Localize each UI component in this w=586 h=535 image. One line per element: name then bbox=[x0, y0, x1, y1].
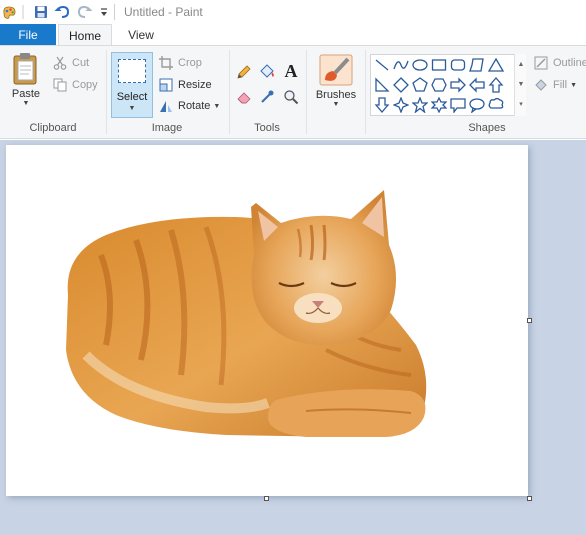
four-point-star-shape-icon[interactable] bbox=[392, 96, 410, 114]
select-button[interactable]: Select ▼ bbox=[111, 52, 153, 118]
chevron-down-icon: ▼ bbox=[332, 101, 340, 108]
brush-icon bbox=[319, 54, 353, 86]
resize-button[interactable]: Resize bbox=[158, 75, 212, 95]
copy-icon bbox=[52, 77, 68, 93]
paste-button[interactable]: Paste ▼ bbox=[8, 52, 44, 107]
shape-fill-icon bbox=[533, 77, 549, 93]
right-triangle-shape-icon[interactable] bbox=[373, 76, 391, 94]
resize-handle-right[interactable] bbox=[527, 318, 532, 323]
ribbon-tabs: File Home View bbox=[0, 24, 586, 46]
selection-rect-icon bbox=[118, 59, 146, 83]
scroll-up-icon[interactable]: ▲ bbox=[515, 54, 527, 74]
title-divider bbox=[114, 4, 115, 20]
text-tool-icon[interactable]: A bbox=[282, 61, 300, 81]
rotate-button[interactable]: Rotate ▼ bbox=[158, 96, 220, 116]
rectangle-shape-icon[interactable] bbox=[430, 56, 448, 74]
chevron-down-icon: ▼ bbox=[570, 81, 577, 89]
copy-label: Copy bbox=[72, 79, 98, 91]
tab-view[interactable]: View bbox=[118, 24, 164, 46]
clipboard-group-label: Clipboard bbox=[29, 122, 77, 134]
scissors-icon bbox=[52, 55, 68, 71]
cut-label: Cut bbox=[72, 57, 90, 69]
shapes-scrollbar[interactable]: ▲ ▼ ▾ bbox=[514, 54, 526, 116]
up-arrow-shape-icon[interactable] bbox=[487, 76, 505, 94]
paste-label: Paste bbox=[11, 88, 41, 100]
brushes-button[interactable]: Brushes ▼ bbox=[313, 54, 359, 108]
window-title: Untitled - Paint bbox=[124, 5, 203, 19]
pencil-icon[interactable] bbox=[235, 63, 253, 81]
resize-handle-corner[interactable] bbox=[527, 496, 532, 501]
oval-shape-icon[interactable] bbox=[411, 56, 429, 74]
scroll-down-icon[interactable]: ▼ bbox=[515, 74, 527, 94]
clipboard-icon bbox=[13, 53, 37, 85]
down-arrow-shape-icon[interactable] bbox=[373, 96, 391, 114]
cloud-callout-shape-icon[interactable] bbox=[487, 96, 505, 114]
rotate-label: Rotate bbox=[178, 100, 211, 112]
drawing-canvas[interactable] bbox=[6, 145, 528, 496]
outline-label: Outline bbox=[553, 57, 586, 69]
left-arrow-shape-icon[interactable] bbox=[468, 76, 486, 94]
shapes-gallery bbox=[370, 54, 526, 116]
oval-callout-shape-icon[interactable] bbox=[468, 96, 486, 114]
customize-dropdown-icon[interactable] bbox=[96, 4, 112, 20]
group-divider bbox=[365, 50, 366, 134]
cat-image bbox=[66, 190, 427, 437]
five-point-star-shape-icon[interactable] bbox=[411, 96, 429, 114]
pentagon-shape-icon[interactable] bbox=[411, 76, 429, 94]
copy-button[interactable]: Copy bbox=[52, 75, 98, 95]
fill-button[interactable]: Fill ▼ bbox=[533, 75, 577, 95]
chevron-down-icon: ▼ bbox=[213, 102, 221, 110]
undo-icon[interactable] bbox=[54, 4, 70, 20]
shapes-group-label: Shapes bbox=[468, 122, 506, 134]
select-label: Select bbox=[116, 91, 148, 103]
tab-file[interactable]: File bbox=[0, 24, 56, 46]
save-icon[interactable] bbox=[33, 4, 49, 20]
crop-label: Crop bbox=[178, 57, 202, 69]
gallery-expand-icon[interactable]: ▾ bbox=[515, 94, 527, 114]
right-arrow-shape-icon[interactable] bbox=[449, 76, 467, 94]
six-point-star-shape-icon[interactable] bbox=[430, 96, 448, 114]
tab-home[interactable]: Home bbox=[58, 24, 112, 46]
outline-icon bbox=[533, 55, 549, 71]
paint-app-icon[interactable] bbox=[1, 4, 17, 20]
crop-icon bbox=[158, 55, 174, 71]
rotate-icon bbox=[158, 98, 174, 114]
resize-icon bbox=[158, 77, 174, 93]
outline-button[interactable]: Outline bbox=[533, 53, 586, 73]
polygon-shape-icon[interactable] bbox=[468, 56, 486, 74]
redo-icon[interactable] bbox=[77, 4, 93, 20]
group-divider bbox=[306, 50, 307, 134]
title-bar: Untitled - Paint bbox=[0, 0, 586, 24]
hexagon-shape-icon[interactable] bbox=[430, 76, 448, 94]
fill-bucket-icon[interactable] bbox=[258, 63, 276, 81]
triangle-shape-icon[interactable] bbox=[487, 56, 505, 74]
crop-button[interactable]: Crop bbox=[158, 53, 202, 73]
rectangular-callout-shape-icon[interactable] bbox=[449, 96, 467, 114]
curve-shape-icon[interactable] bbox=[392, 56, 410, 74]
tools-group-label: Tools bbox=[254, 122, 280, 134]
resize-label: Resize bbox=[178, 79, 212, 91]
magnifier-icon[interactable] bbox=[282, 88, 300, 106]
line-shape-icon[interactable] bbox=[373, 56, 391, 74]
group-divider bbox=[106, 50, 107, 134]
group-divider bbox=[229, 50, 230, 134]
rounded-rectangle-shape-icon[interactable] bbox=[449, 56, 467, 74]
fill-label: Fill bbox=[553, 79, 568, 91]
chevron-down-icon: ▼ bbox=[22, 100, 30, 107]
color-picker-icon[interactable] bbox=[258, 88, 276, 106]
brushes-label: Brushes bbox=[315, 89, 357, 101]
diamond-shape-icon[interactable] bbox=[392, 76, 410, 94]
ribbon: Paste ▼ Cut Copy Clipboard Select ▼ Crop… bbox=[0, 45, 586, 139]
eraser-icon[interactable] bbox=[235, 88, 253, 106]
cut-button[interactable]: Cut bbox=[52, 53, 89, 73]
chevron-down-icon: ▼ bbox=[128, 105, 136, 112]
image-group-label: Image bbox=[151, 122, 183, 134]
resize-handle-bottom[interactable] bbox=[264, 496, 269, 501]
toolbar-divider bbox=[21, 4, 25, 20]
workspace bbox=[0, 140, 586, 535]
